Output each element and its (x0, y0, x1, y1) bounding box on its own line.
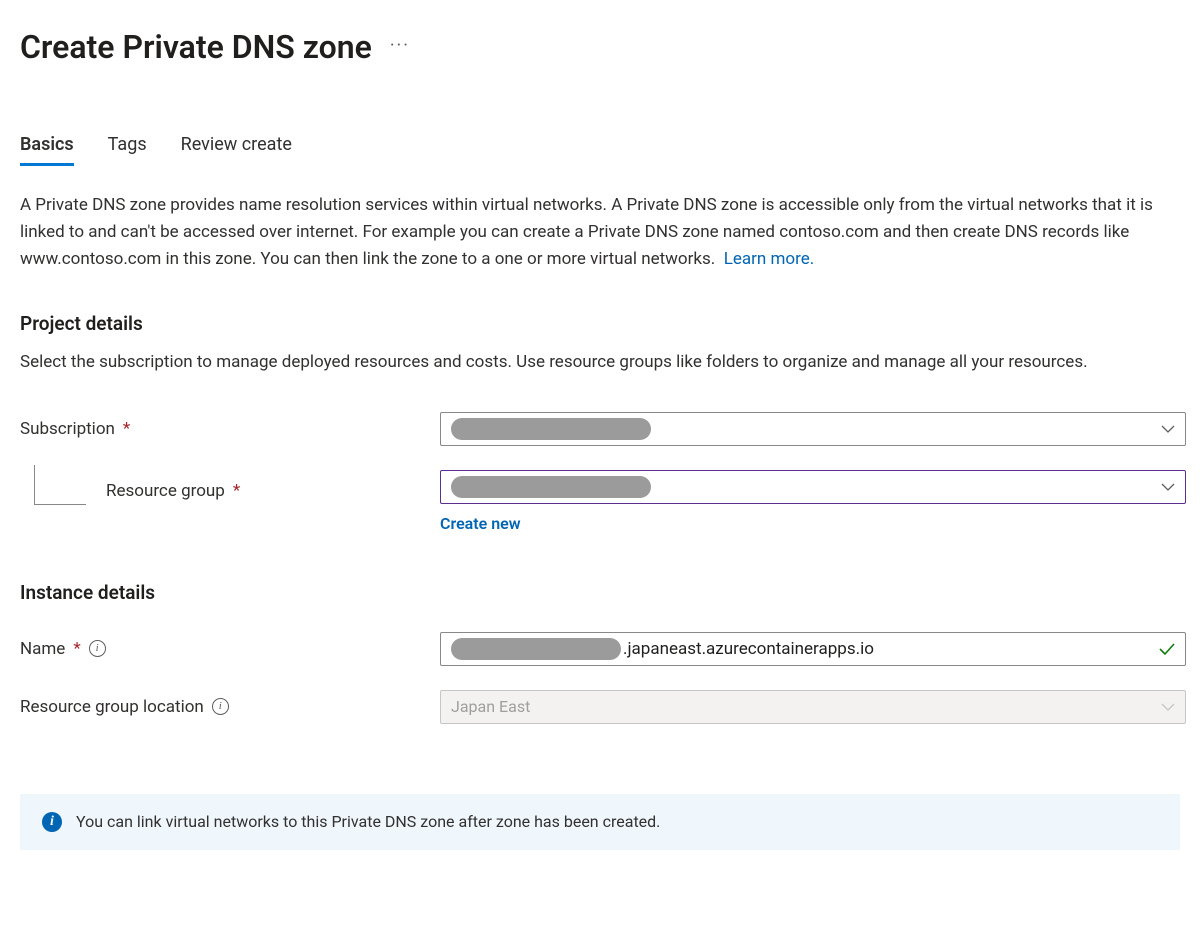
chevron-down-icon (1161, 482, 1175, 492)
redacted-value-icon (451, 418, 651, 440)
instance-details-heading: Instance details (20, 581, 1180, 604)
tab-basics[interactable]: Basics (20, 134, 74, 166)
name-suffix: .japaneast.azurecontainerapps.io (623, 639, 874, 659)
info-banner: i You can link virtual networks to this … (20, 794, 1180, 850)
resource-group-label: Resource group (106, 481, 225, 501)
redacted-value-icon (451, 638, 621, 660)
location-label: Resource group location (20, 697, 204, 717)
page-title: Create Private DNS zone (20, 28, 372, 66)
tree-connector-icon (34, 465, 86, 505)
learn-more-link[interactable]: Learn more. (724, 249, 815, 269)
create-new-link[interactable]: Create new (440, 514, 1186, 533)
location-value: Japan East (451, 697, 530, 716)
name-label: Name (20, 639, 65, 659)
required-marker: * (233, 481, 240, 501)
name-input[interactable]: .japaneast.azurecontainerapps.io (440, 632, 1186, 666)
info-icon[interactable]: i (212, 698, 229, 715)
location-select: Japan East (440, 690, 1186, 724)
redacted-value-icon (451, 476, 651, 498)
chevron-down-icon (1161, 424, 1175, 434)
intro-text: A Private DNS zone provides name resolut… (20, 192, 1180, 274)
info-banner-text: You can link virtual networks to this Pr… (76, 812, 660, 831)
subscription-select[interactable] (440, 412, 1186, 446)
tab-review-create[interactable]: Review create (181, 134, 292, 166)
required-marker: * (123, 419, 130, 439)
project-details-description: Select the subscription to manage deploy… (20, 349, 1180, 376)
subscription-label: Subscription (20, 419, 115, 439)
info-icon[interactable]: i (89, 640, 106, 657)
tab-tags[interactable]: Tags (108, 134, 147, 166)
required-marker: * (73, 639, 80, 659)
intro-body: A Private DNS zone provides name resolut… (20, 195, 1153, 269)
tab-bar: Basics Tags Review create (20, 134, 1180, 166)
more-actions-icon[interactable]: ··· (390, 35, 410, 56)
project-details-heading: Project details (20, 312, 1180, 335)
check-icon (1159, 642, 1175, 656)
resource-group-select[interactable] (440, 470, 1186, 504)
info-icon: i (42, 812, 62, 832)
chevron-down-icon (1161, 702, 1175, 712)
